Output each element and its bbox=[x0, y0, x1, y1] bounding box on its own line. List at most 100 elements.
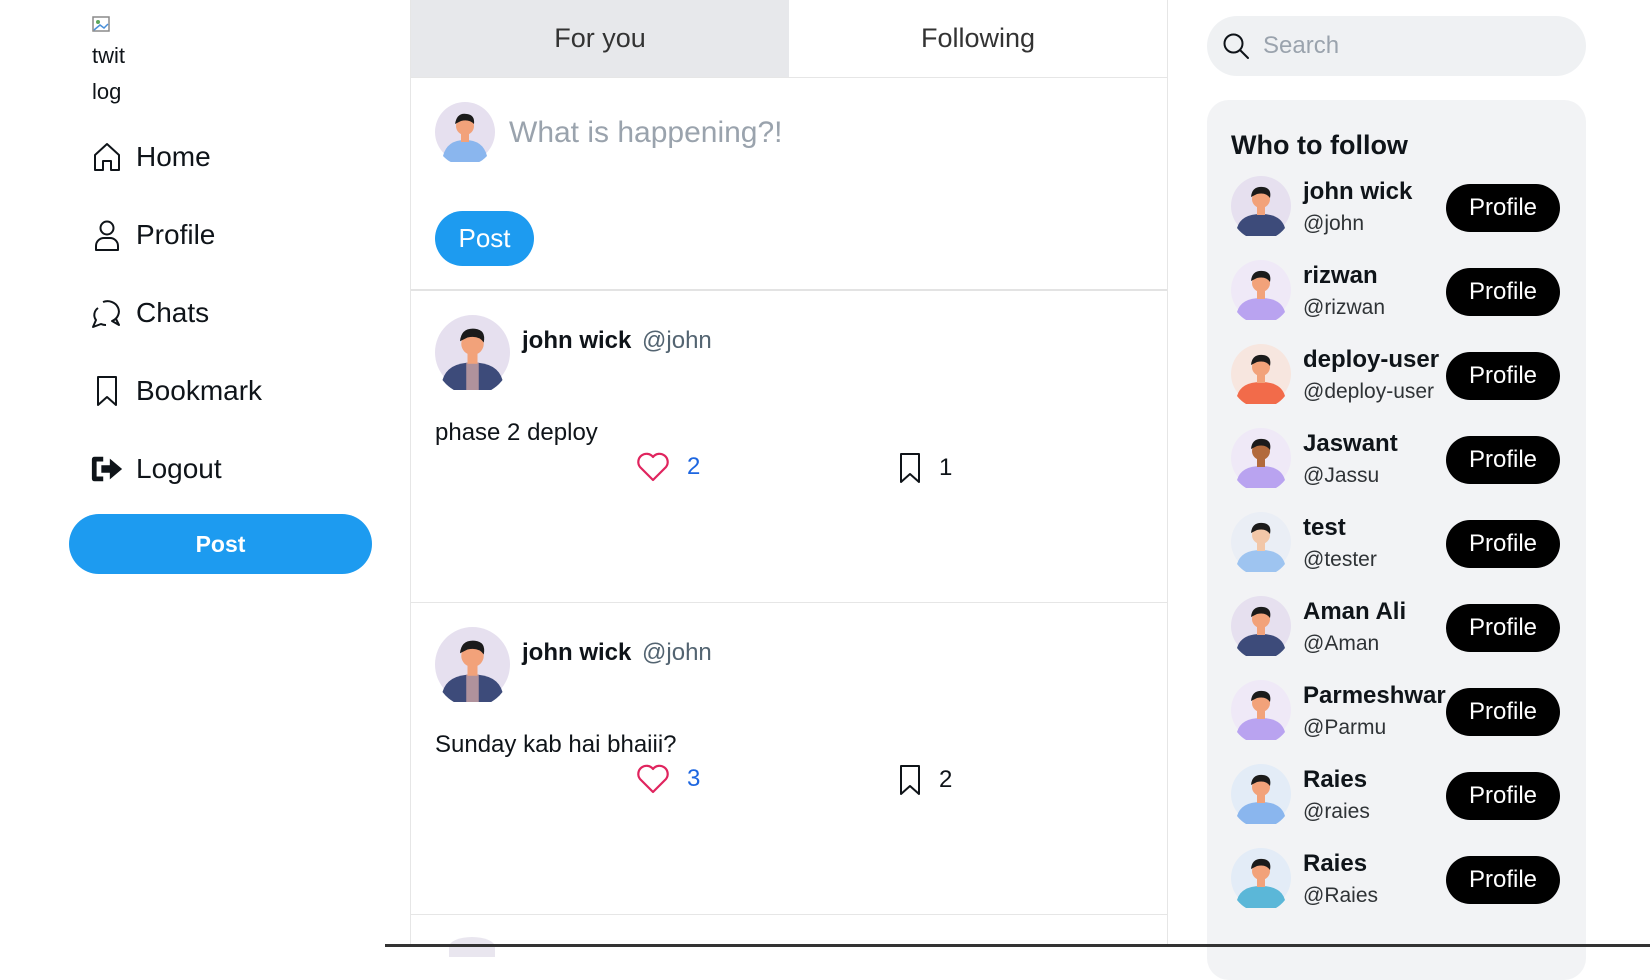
like-button[interactable]: 3 bbox=[635, 763, 700, 795]
suggestion-name[interactable]: john wick bbox=[1303, 178, 1412, 206]
tweet-author: john wick @john bbox=[522, 639, 712, 667]
follow-suggestion: Parmeshwar @Parmu Profile bbox=[1231, 680, 1566, 764]
tweet: john wick @john Sunday kab hai bhaiii? 3… bbox=[411, 603, 1167, 915]
follow-suggestion: Aman Ali @Aman Profile bbox=[1231, 596, 1566, 680]
avatar[interactable] bbox=[1231, 176, 1291, 236]
profile-button[interactable]: Profile bbox=[1446, 772, 1560, 820]
like-button[interactable]: 2 bbox=[635, 451, 700, 483]
bookmark-count: 1 bbox=[939, 454, 953, 481]
profile-button[interactable]: Profile bbox=[1446, 436, 1560, 484]
twitter-logo[interactable]: twit log bbox=[92, 16, 132, 112]
avatar[interactable] bbox=[1231, 512, 1291, 572]
compose-post-button[interactable]: Post bbox=[435, 211, 534, 266]
heart-icon bbox=[637, 764, 669, 794]
compose-input[interactable] bbox=[507, 104, 1131, 162]
suggestion-name[interactable]: Parmeshwar bbox=[1303, 682, 1446, 710]
feed-tabs: For you Following bbox=[411, 0, 1167, 78]
nav-label: Home bbox=[136, 141, 211, 172]
bookmark-button[interactable]: 1 bbox=[897, 451, 952, 485]
suggestion-name[interactable]: deploy-user bbox=[1303, 346, 1439, 374]
follow-suggestion: Raies @raies Profile bbox=[1231, 764, 1566, 848]
like-count: 3 bbox=[687, 765, 701, 792]
nav-item-profile[interactable]: Profile bbox=[90, 210, 215, 260]
avatar[interactable] bbox=[1231, 848, 1291, 908]
profile-button[interactable]: Profile bbox=[1446, 352, 1560, 400]
bookmark-icon bbox=[90, 374, 124, 408]
nav-label: Logout bbox=[136, 453, 222, 484]
search-input[interactable] bbox=[1261, 31, 1565, 61]
bookmark-icon bbox=[900, 453, 920, 483]
avatar[interactable] bbox=[1231, 596, 1291, 656]
avatar[interactable] bbox=[1231, 260, 1291, 320]
left-sidebar: twit log Home Profile Chats Bookmark Log… bbox=[0, 0, 410, 947]
home-icon bbox=[90, 140, 124, 174]
tweet-text: Sunday kab hai bhaiii? bbox=[435, 731, 677, 758]
follow-suggestion: deploy-user @deploy-user Profile bbox=[1231, 344, 1566, 428]
suggestion-name[interactable]: Aman Ali bbox=[1303, 598, 1406, 626]
tweet bbox=[411, 915, 1167, 957]
main-feed: For you Following Post john wick @john p… bbox=[410, 0, 1168, 957]
logo-alt-text: twit bbox=[92, 43, 125, 68]
tab-for-you[interactable]: For you bbox=[411, 0, 789, 77]
follow-suggestion: rizwan @rizwan Profile bbox=[1231, 260, 1566, 344]
follow-suggestion: Raies @Raies Profile bbox=[1231, 848, 1566, 932]
profile-button[interactable]: Profile bbox=[1446, 520, 1560, 568]
broken-image-icon bbox=[92, 16, 110, 32]
sidebar-post-button[interactable]: Post bbox=[69, 514, 372, 574]
avatar[interactable] bbox=[1231, 764, 1291, 824]
who-to-follow-panel: Who to follow john wick @john Profile rizwa… bbox=[1207, 100, 1586, 980]
author-name[interactable]: john wick bbox=[522, 639, 631, 666]
suggestion-name[interactable]: Raies bbox=[1303, 850, 1367, 878]
tweet: john wick @john phase 2 deploy 2 1 bbox=[411, 291, 1167, 603]
profile-button[interactable]: Profile bbox=[1446, 184, 1560, 232]
like-count: 2 bbox=[687, 453, 701, 480]
nav-item-logout[interactable]: Logout bbox=[90, 444, 222, 494]
profile-button[interactable]: Profile bbox=[1446, 268, 1560, 316]
suggestion-handle: @Parmu bbox=[1303, 716, 1387, 739]
nav-label: Bookmark bbox=[136, 375, 263, 406]
user-icon bbox=[90, 218, 124, 252]
tab-following[interactable]: Following bbox=[789, 0, 1167, 77]
nav-label: Profile bbox=[136, 219, 216, 250]
heart-icon bbox=[637, 452, 669, 482]
search-box[interactable] bbox=[1207, 16, 1586, 76]
follow-suggestion: john wick @john Profile bbox=[1231, 176, 1566, 260]
nav-label: Chats bbox=[136, 297, 210, 328]
suggestion-handle: @john bbox=[1303, 212, 1365, 235]
logo-alt-text: log bbox=[92, 79, 122, 104]
suggestion-handle: @tester bbox=[1303, 548, 1377, 571]
suggestion-handle: @Aman bbox=[1303, 632, 1380, 655]
avatar[interactable] bbox=[1231, 428, 1291, 488]
avatar[interactable] bbox=[1231, 680, 1291, 740]
profile-button[interactable]: Profile bbox=[1446, 604, 1560, 652]
bookmark-icon bbox=[900, 765, 920, 795]
suggestion-name[interactable]: Raies bbox=[1303, 766, 1367, 794]
profile-button[interactable]: Profile bbox=[1446, 688, 1560, 736]
suggestion-handle: @rizwan bbox=[1303, 296, 1386, 319]
suggestion-handle: @raies bbox=[1303, 800, 1370, 823]
logout-icon bbox=[90, 452, 124, 486]
avatar bbox=[435, 102, 495, 162]
suggestion-name[interactable]: Jaswant bbox=[1303, 430, 1398, 458]
suggestion-name[interactable]: rizwan bbox=[1303, 262, 1378, 290]
suggestion-name[interactable]: test bbox=[1303, 514, 1346, 542]
follow-suggestion: test @tester Profile bbox=[1231, 512, 1566, 596]
author-name[interactable]: john wick bbox=[522, 327, 631, 354]
profile-button[interactable]: Profile bbox=[1446, 856, 1560, 904]
suggestion-handle: @deploy-user bbox=[1303, 380, 1435, 403]
bookmark-count: 2 bbox=[939, 766, 953, 793]
chat-icon bbox=[90, 296, 124, 330]
bookmark-button[interactable]: 2 bbox=[897, 763, 952, 797]
avatar[interactable] bbox=[435, 627, 510, 702]
nav-item-chats[interactable]: Chats bbox=[90, 288, 209, 338]
tweet-author: john wick @john bbox=[522, 327, 712, 355]
follow-suggestion: Jaswant @Jassu Profile bbox=[1231, 428, 1566, 512]
who-to-follow-title: Who to follow bbox=[1231, 130, 1408, 160]
nav-item-home[interactable]: Home bbox=[90, 132, 211, 182]
nav-item-bookmark[interactable]: Bookmark bbox=[90, 366, 262, 416]
search-icon bbox=[1223, 33, 1249, 59]
author-handle: @john bbox=[642, 327, 712, 354]
avatar[interactable] bbox=[1231, 344, 1291, 404]
tweet-composer: Post bbox=[411, 78, 1167, 291]
avatar[interactable] bbox=[435, 315, 510, 390]
